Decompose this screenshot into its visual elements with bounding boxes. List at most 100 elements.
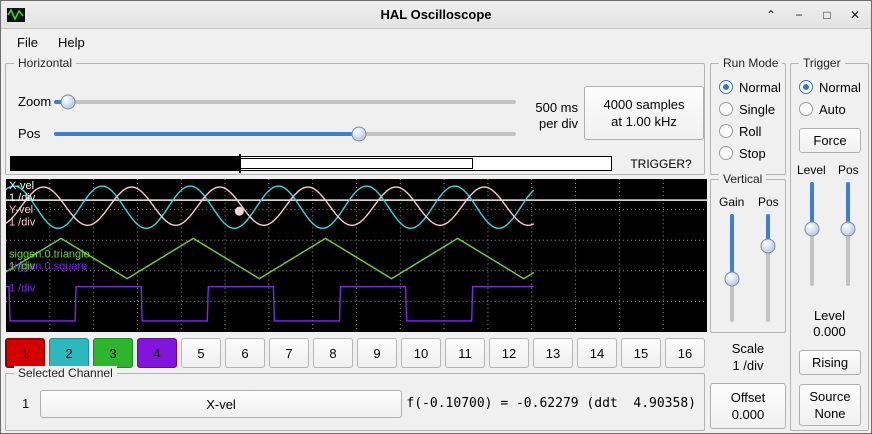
trigger-edge-button[interactable]: Rising xyxy=(799,350,861,375)
trigger-source-button[interactable]: Source None xyxy=(799,384,861,426)
samples-line-1: 4000 samples xyxy=(604,96,685,113)
channel-button-1[interactable]: 1 xyxy=(5,338,45,368)
minimize-button[interactable]: − xyxy=(791,7,807,23)
window-controls: ⌃ − □ ✕ xyxy=(763,1,863,29)
radio-label: Stop xyxy=(739,146,766,161)
zoom-slider-track xyxy=(54,100,516,104)
channel-button-15[interactable]: 15 xyxy=(621,338,661,368)
close-button[interactable]: ✕ xyxy=(847,7,863,23)
trigger-position-marker xyxy=(239,154,241,173)
trigger-marker-dot xyxy=(235,207,244,216)
selected-channel-number: 1 xyxy=(22,396,29,412)
run-mode-option-normal[interactable]: Normal xyxy=(719,76,781,98)
run-mode-option-roll[interactable]: Roll xyxy=(719,120,781,142)
rate-line-1: 500 ms xyxy=(514,100,578,116)
force-button[interactable]: Force xyxy=(799,128,861,153)
channel-button-9[interactable]: 9 xyxy=(357,338,397,368)
scope-label: siggen.0.triangle xyxy=(9,248,90,260)
channel-name-label: X-vel xyxy=(206,396,236,413)
gain-slider-fill xyxy=(730,214,734,279)
channel-button-12[interactable]: 12 xyxy=(489,338,529,368)
trigger-level-value: 0.000 xyxy=(791,324,868,340)
scope-label: 1 /div xyxy=(9,283,36,295)
app-icon[interactable] xyxy=(7,6,25,24)
channel-button-2[interactable]: 2 xyxy=(49,338,89,368)
gain-slider[interactable] xyxy=(724,214,740,322)
channel-button-5[interactable]: 5 xyxy=(181,338,221,368)
trigger-level-slider[interactable] xyxy=(804,182,820,286)
horizontal-pos-slider[interactable] xyxy=(54,126,516,142)
menu-help[interactable]: Help xyxy=(50,32,93,53)
gain-slider-handle[interactable] xyxy=(725,271,740,286)
waveform-Y-vel xyxy=(6,187,534,225)
run-mode-option-single[interactable]: Single xyxy=(719,98,781,120)
radio-label: Normal xyxy=(819,80,861,95)
trigger-source-line-1: Source xyxy=(809,388,850,405)
radio-icon xyxy=(799,102,813,116)
rate-line-2: per div xyxy=(514,116,578,132)
horizontal-group: Horizontal Zoom 500 ms per div 4000 samp… xyxy=(5,63,705,175)
channel-button-13[interactable]: 13 xyxy=(533,338,573,368)
samples-button[interactable]: 4000 samples at 1.00 kHz xyxy=(584,86,704,140)
trigger-pos-label: Pos xyxy=(838,162,859,178)
channel-button-3[interactable]: 3 xyxy=(93,338,133,368)
trigger-level-caption: Level xyxy=(791,308,868,324)
sample-rate-display: 500 ms per div xyxy=(514,100,578,132)
pos-slider-fill xyxy=(54,132,359,136)
channel-button-7[interactable]: 7 xyxy=(269,338,309,368)
waveform-X-vel xyxy=(6,186,534,228)
channel-name-button[interactable]: X-vel xyxy=(40,390,402,418)
channel-button-16[interactable]: 16 xyxy=(665,338,705,368)
window-title: HAL Oscilloscope xyxy=(1,7,871,22)
run-mode-group-title: Run Mode xyxy=(719,56,782,70)
channel-button-14[interactable]: 14 xyxy=(577,338,617,368)
channel-button-11[interactable]: 11 xyxy=(445,338,485,368)
scale-value: 1 /div xyxy=(710,358,786,374)
menubar: File Help xyxy=(1,30,871,55)
radio-icon xyxy=(719,80,733,94)
offset-value: 0.000 xyxy=(732,406,765,423)
pos-label: Pos xyxy=(18,126,40,142)
channel-button-8[interactable]: 8 xyxy=(313,338,353,368)
force-button-label: Force xyxy=(813,132,846,149)
scale-label: Scale xyxy=(710,341,786,357)
record-position-bar[interactable] xyxy=(10,156,612,171)
titlebar: HAL Oscilloscope ⌃ − □ ✕ xyxy=(1,1,871,29)
value-readout: f(-0.10700) = -0.62279 (ddt 4.90358) xyxy=(406,396,696,411)
trigger-pos-handle[interactable] xyxy=(841,221,856,236)
trigger-option-normal[interactable]: Normal xyxy=(799,76,861,98)
horizontal-group-title: Horizontal xyxy=(14,56,76,70)
offset-box[interactable]: Offset 0.000 xyxy=(710,383,786,429)
scope-label: 1 /div xyxy=(9,192,36,204)
run-mode-option-stop[interactable]: Stop xyxy=(719,142,781,164)
scope-label: X-vel xyxy=(9,180,34,192)
trigger-source-line-2: None xyxy=(814,405,845,422)
menu-file[interactable]: File xyxy=(9,32,46,53)
maximize-button[interactable]: □ xyxy=(819,7,835,23)
channel-button-6[interactable]: 6 xyxy=(225,338,265,368)
samples-line-2: at 1.00 kHz xyxy=(611,113,677,130)
trigger-option-auto[interactable]: Auto xyxy=(799,98,861,120)
radio-label: Single xyxy=(739,102,775,117)
trigger-level-handle[interactable] xyxy=(805,221,820,236)
selected-channel-title: Selected Channel xyxy=(14,366,117,380)
channel-button-10[interactable]: 10 xyxy=(401,338,441,368)
radio-icon xyxy=(719,146,733,160)
scope-label: 1 /div xyxy=(9,216,36,228)
zoom-slider-handle[interactable] xyxy=(60,95,75,110)
vertical-pos-slider[interactable] xyxy=(760,214,776,322)
trigger-question-label: TRIGGER? xyxy=(618,156,704,172)
pos-slider-handle[interactable] xyxy=(351,127,366,142)
gain-label: Gain xyxy=(719,194,744,210)
radio-icon xyxy=(719,102,733,116)
channel-button-4[interactable]: 4 xyxy=(137,338,177,368)
trigger-pos-slider[interactable] xyxy=(840,182,856,286)
vertical-pos-handle[interactable] xyxy=(761,239,776,254)
zoom-label: Zoom xyxy=(18,94,51,110)
record-filled xyxy=(11,157,239,170)
trigger-edge-label: Rising xyxy=(812,354,848,371)
vertical-group-title: Vertical xyxy=(719,172,766,186)
shade-button[interactable]: ⌃ xyxy=(763,7,779,23)
zoom-slider[interactable] xyxy=(54,94,516,110)
radio-icon xyxy=(719,124,733,138)
